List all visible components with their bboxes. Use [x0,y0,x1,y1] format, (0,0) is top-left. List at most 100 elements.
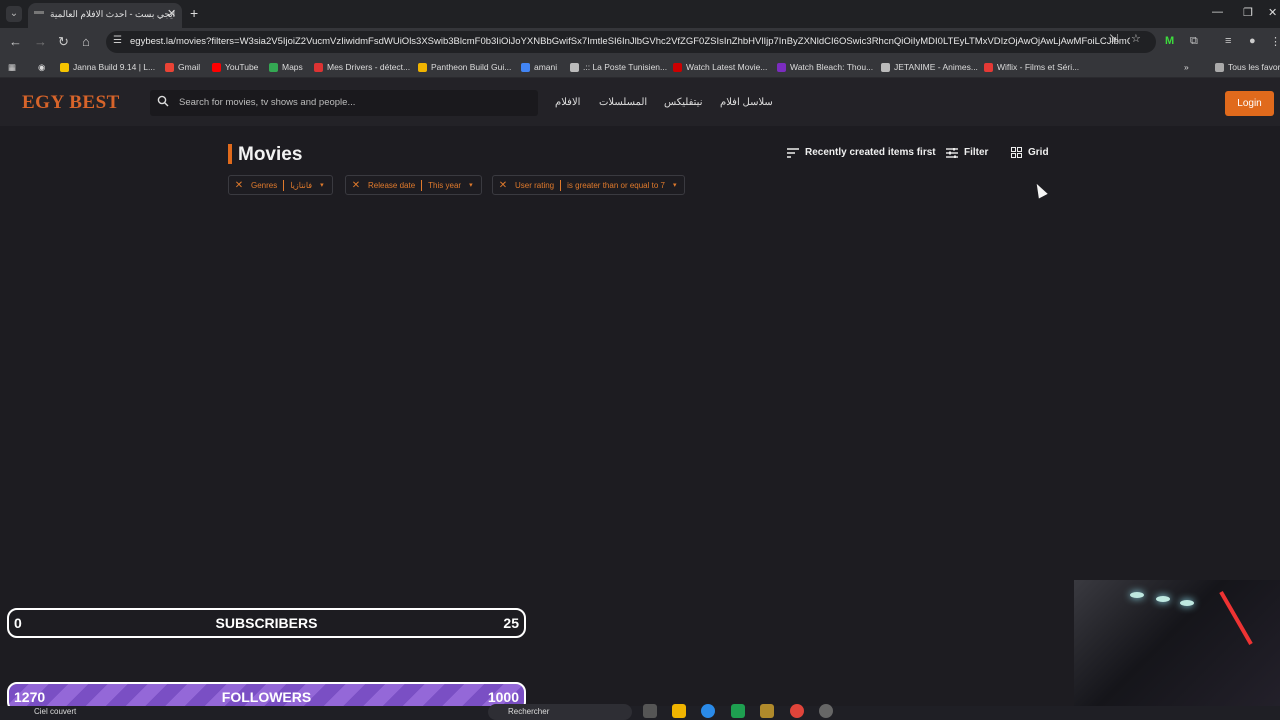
site-logo[interactable]: EGY BEST [22,92,120,114]
grid-label: Grid [1028,147,1049,158]
chrome-icon[interactable] [790,704,804,718]
bookmark-jetanime[interactable]: JETANIME - Animes... [881,62,978,72]
followers-current: 1270 [14,689,46,705]
chip-label: Release date [368,180,416,190]
restore-icon[interactable]: ❐ [1243,6,1253,19]
bookmark-youtube[interactable]: YouTube [212,62,258,72]
settings-icon[interactable] [819,704,833,718]
followers-goal: 1000 [487,689,519,705]
page-title: Movies [238,144,303,165]
back-icon[interactable]: ← [9,34,22,49]
address-bar[interactable]: ☰ egybest.la/movies?filters=W3sia2V5Ijoi… [106,31,1156,53]
subscribers-goal-bar: 0 SUBSCRIBERS 25 [7,608,526,638]
apps-grid-icon[interactable]: ▦ [8,62,16,73]
grid-icon [1011,147,1022,158]
nav-series[interactable]: المسلسلات [599,97,647,108]
edge-icon[interactable] [701,704,715,718]
store-icon[interactable] [731,704,745,718]
reading-list-icon[interactable]: ≡ [1225,35,1231,47]
nav-movie-collections[interactable]: سلاسل افلام [720,97,773,108]
subscribers-label: SUBSCRIBERS [215,615,318,631]
browser-menu-icon[interactable]: ⋮ [1270,35,1280,48]
chip-value: is greater than or equal to 7 [567,180,665,190]
forward-icon[interactable]: → [34,34,47,49]
chevron-down-icon[interactable]: ▾ [673,181,677,189]
bookmark-janna[interactable]: Janna Build 9.14 | L... [60,62,155,72]
bookmark-gmail[interactable]: Gmail [165,62,200,72]
profile-avatar-icon[interactable]: ● [1249,35,1256,47]
new-tab-icon[interactable]: + [190,5,198,21]
tab-search-chevron-icon[interactable]: ⌄ [6,6,22,22]
remove-filter-icon[interactable]: ✕ [346,180,366,191]
title-accent-bar [228,144,232,164]
sort-label: Recently created items first [805,147,936,158]
bookmark-drivers[interactable]: Mes Drivers - détect... [314,62,410,72]
site-info-icon[interactable]: ☰ [113,35,122,46]
bookmark-poste[interactable]: .:: La Poste Tunisien... [570,62,667,72]
nav-movies[interactable]: الافلام [555,97,580,108]
filter-sliders-icon [946,147,958,158]
extension-m-icon[interactable]: M [1165,35,1174,47]
tab-title: ايجي بست - احدث الافلام العالمية [50,9,176,19]
remove-filter-icon[interactable]: ✕ [493,180,513,191]
reload-icon[interactable]: ↻ [58,34,69,50]
bookmark-globe-icon[interactable]: ◉ [38,62,45,73]
subscribers-goal: 25 [503,615,519,631]
cam-fan-light [1130,592,1144,598]
cam-fan-light [1156,596,1170,602]
grid-view-button[interactable]: Grid [1011,147,1049,158]
close-window-icon[interactable]: ✕ [1268,6,1277,19]
site-search-input[interactable]: Search for movies, tv shows and people..… [150,90,538,116]
bookmark-amani[interactable]: amani [521,62,557,72]
taskbar-search[interactable]: Rechercher [488,704,632,720]
league-icon[interactable] [760,704,774,718]
cam-red-light [1219,591,1253,645]
chip-divider [560,179,562,191]
close-tab-icon[interactable]: ✕ [167,7,176,20]
cam-fan-light [1180,600,1194,606]
bookmark-star-icon[interactable]: ☆ [1131,32,1141,45]
filter-chip-genres[interactable]: ✕ Genres فانتازيا ▾ [228,175,333,195]
mouse-cursor-icon [1032,181,1048,199]
tab-favicon-icon [34,11,44,14]
chip-label: User rating [515,180,555,190]
subscribers-current: 0 [14,615,22,631]
webcam-overlay [1074,580,1280,706]
login-button[interactable]: Login [1225,91,1274,116]
minimize-icon[interactable]: — [1212,6,1223,18]
bookmark-watch-movies[interactable]: Watch Latest Movie... [673,62,767,72]
chevron-down-icon[interactable]: ▾ [320,181,324,189]
browser-tab[interactable]: ايجي بست - احدث الافلام العالمية ✕ [28,3,182,28]
followers-label: FOLLOWERS [221,689,312,705]
filter-label: Filter [964,147,989,158]
filter-chip-release-date[interactable]: ✕ Release date This year ▾ [345,175,482,195]
remove-filter-icon[interactable]: ✕ [229,180,249,191]
filter-chip-user-rating[interactable]: ✕ User rating is greater than or equal t… [492,175,686,195]
site-header: EGY BEST Search for movies, tv shows and… [0,78,1280,126]
filter-button[interactable]: Filter [946,147,988,158]
os-taskbar [0,706,1280,720]
chevron-down-icon[interactable]: ▾ [469,181,473,189]
url-text: egybest.la/movies?filters=W3sia2V5IjoiZ2… [130,36,1130,47]
bookmark-bleach[interactable]: Watch Bleach: Thou... [777,62,873,72]
all-favorites-folder[interactable]: Tous les favoris [1215,62,1280,72]
task-view-icon[interactable] [643,704,657,718]
browser-toolbar: ← → ↻ ⌂ ☰ egybest.la/movies?filters=W3si… [0,28,1280,56]
home-icon[interactable]: ⌂ [82,34,90,49]
chip-label: Genres [251,180,278,190]
chip-value: فانتازيا [290,180,313,190]
extensions-puzzle-icon[interactable]: ⧉ [1190,35,1198,48]
nav-netflix[interactable]: نيتفليكس [664,97,702,108]
bookmark-wiflix[interactable]: Wiflix - Films et Séri... [984,62,1079,72]
bookmark-maps[interactable]: Maps [269,62,303,72]
weather-text: Ciel couvert [34,707,77,716]
sort-icon [787,147,799,158]
chip-divider [283,179,285,191]
bookmarks-bar: ▦ ◉ Janna Build 9.14 | L... Gmail YouTub… [0,56,1280,78]
file-explorer-icon[interactable] [672,704,686,718]
bookmark-pantheon[interactable]: Pantheon Build Gui... [418,62,511,72]
install-app-icon[interactable]: ⇲ [1109,32,1118,45]
sort-button[interactable]: Recently created items first [787,147,936,158]
chip-divider [421,179,423,191]
more-bookmarks-icon[interactable]: » [1184,62,1189,72]
